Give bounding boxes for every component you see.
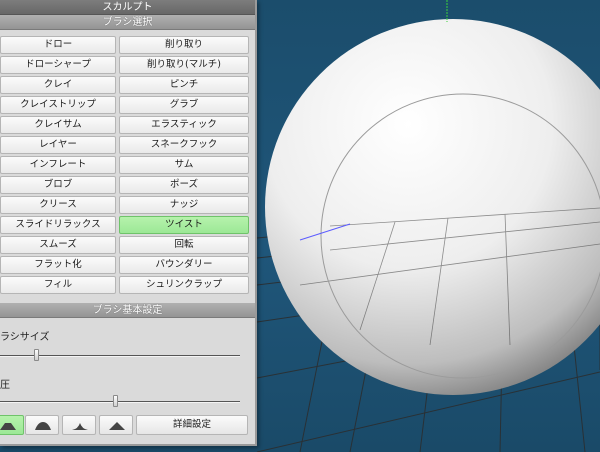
brush-button[interactable]: クレイ — [0, 76, 116, 94]
brush-button[interactable]: クレイサム — [0, 116, 116, 134]
brush-button[interactable]: スムーズ — [0, 236, 116, 254]
falloff-sharp-icon — [0, 423, 16, 430]
brush-button[interactable]: バウンダリー — [119, 256, 249, 274]
detail-settings-button[interactable]: 詳細設定 — [136, 415, 248, 435]
brush-button[interactable]: インフレート — [0, 156, 116, 174]
brush-button[interactable]: 削り取り(マルチ) — [119, 56, 249, 74]
brush-button[interactable]: シュリンクラップ — [119, 276, 249, 294]
brush-button[interactable]: ツイスト — [119, 216, 249, 234]
brush-button[interactable]: ナッジ — [119, 196, 249, 214]
falloff-preset-button[interactable] — [25, 415, 59, 435]
brush-button[interactable]: フラット化 — [0, 256, 116, 274]
falloff-preset-button[interactable] — [99, 415, 133, 435]
pressure-slider-track[interactable] — [0, 401, 240, 403]
brush-button[interactable]: ポーズ — [119, 176, 249, 194]
falloff-preset-button[interactable] — [62, 415, 96, 435]
brush-button[interactable]: スネークフック — [119, 136, 249, 154]
falloff-medium-icon — [72, 423, 88, 430]
brush-select-header[interactable]: ブラシ選択 — [0, 15, 255, 30]
pressure-slider-thumb[interactable] — [113, 395, 118, 407]
brush-grid: ドロー 削り取り ドローシャープ 削り取り(マルチ) クレイ ピンチ クレイストリップ グラブ… — [0, 36, 250, 294]
brush-button[interactable]: ドローシャープ — [0, 56, 116, 74]
brush-button[interactable]: ドロー — [0, 36, 116, 54]
panel-title: スカルプト — [0, 0, 255, 15]
brush-button[interactable]: ピンチ — [119, 76, 249, 94]
brush-button[interactable]: ブロブ — [0, 176, 116, 194]
brush-basic-settings-header[interactable]: ブラシ基本設定 — [0, 303, 255, 318]
brush-button[interactable]: フィル — [0, 276, 116, 294]
brush-size-slider-thumb[interactable] — [34, 349, 39, 361]
falloff-preset-button[interactable] — [0, 415, 24, 435]
brush-button[interactable]: 削り取り — [119, 36, 249, 54]
falloff-smooth-icon — [35, 422, 51, 430]
falloff-peak-icon — [109, 422, 125, 430]
brush-button[interactable]: スライドリラックス — [0, 216, 116, 234]
brush-button[interactable]: エラスティック — [119, 116, 249, 134]
pressure-label: 圧 — [0, 380, 10, 391]
brush-button[interactable]: サム — [119, 156, 249, 174]
brush-size-label: ラシサイズ — [0, 332, 50, 343]
brush-button[interactable]: クレイストリップ — [0, 96, 116, 114]
brush-button[interactable]: クリース — [0, 196, 116, 214]
sculpt-panel: スカルプト ブラシ選択 ドロー 削り取り ドローシャープ 削り取り(マルチ) クレイ ピン… — [0, 0, 257, 446]
sculpt-sphere — [265, 19, 600, 395]
brush-button[interactable]: レイヤー — [0, 136, 116, 154]
brush-button[interactable]: グラブ — [119, 96, 249, 114]
brush-button[interactable]: 回転 — [119, 236, 249, 254]
